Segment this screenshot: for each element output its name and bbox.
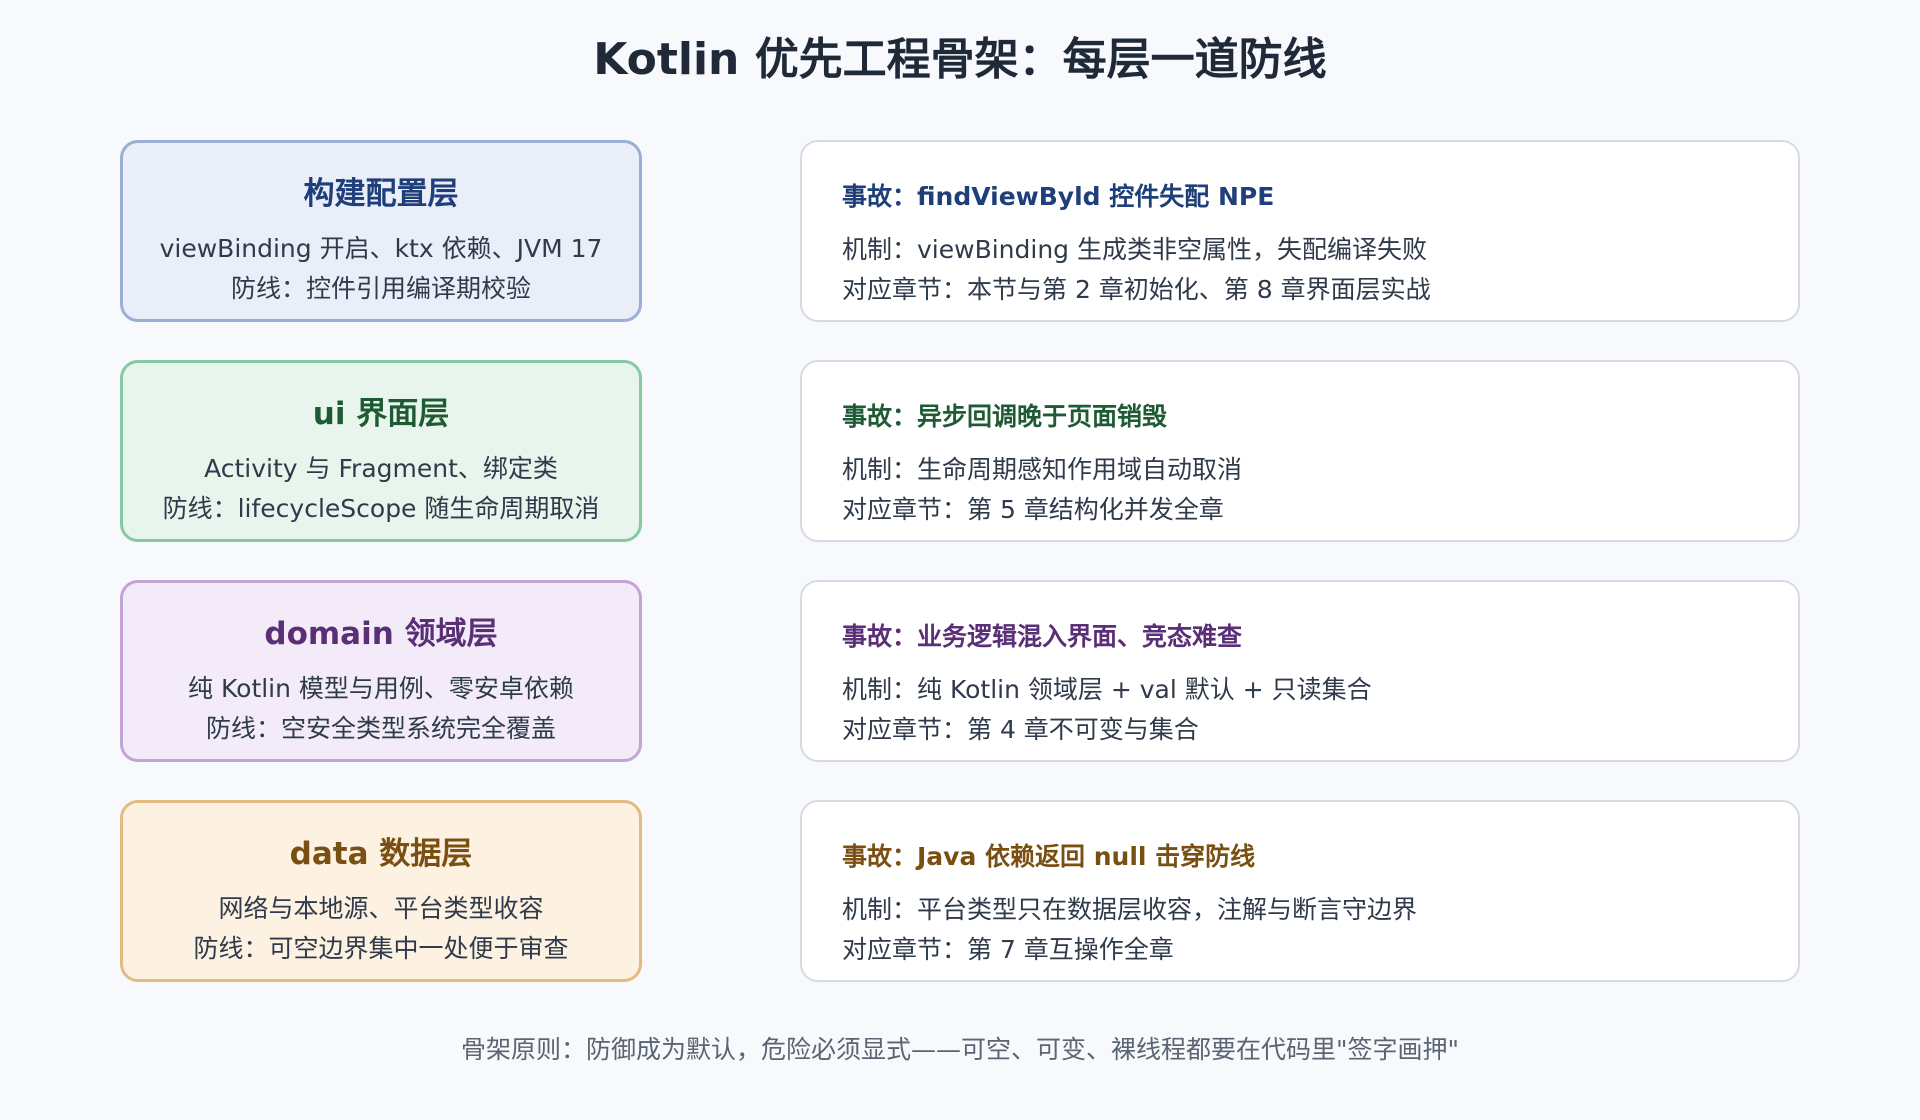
diagram-page: Kotlin 优先工程骨架：每层一道防线 构建配置层 viewBinding 开… xyxy=(0,0,1920,1120)
layer-name: ui 界面层 xyxy=(312,396,450,432)
layer-card: data 数据层 网络与本地源、平台类型收容 防线：可空边界集中一处便于审查 xyxy=(120,800,642,982)
layer-row-data: data 数据层 网络与本地源、平台类型收容 防线：可空边界集中一处便于审查 事… xyxy=(0,800,1920,982)
incident-title: 事故：findViewByld 控件失配 NPE xyxy=(842,182,1275,211)
layer-row-ui: ui 界面层 Activity 与 Fragment、绑定类 防线：lifecy… xyxy=(0,360,1920,542)
layer-name: 构建配置层 xyxy=(303,176,459,212)
layer-description: 网络与本地源、平台类型收容 xyxy=(218,894,544,923)
incident-chapter: 对应章节：第 4 章不可变与集合 xyxy=(842,715,1199,744)
layer-name: data 数据层 xyxy=(289,836,473,872)
layer-description: viewBinding 开启、ktx 依赖、JVM 17 xyxy=(159,234,603,263)
layer-description: Activity 与 Fragment、绑定类 xyxy=(204,454,558,483)
layer-defense: 防线：空安全类型系统完全覆盖 xyxy=(205,714,556,743)
incident-title: 事故：业务逻辑混入界面、竞态难查 xyxy=(842,622,1243,651)
layer-card: domain 领域层 纯 Kotlin 模型与用例、零安卓依赖 防线：空安全类型… xyxy=(120,580,642,762)
incident-title: 事故：异步回调晚于页面销毁 xyxy=(842,402,1168,431)
incident-chapter: 对应章节：第 7 章互操作全章 xyxy=(842,935,1174,964)
incident-chapter: 对应章节：第 5 章结构化并发全章 xyxy=(842,495,1224,524)
incident-mechanism: 机制：平台类型只在数据层收容，注解与断言守边界 xyxy=(842,895,1418,924)
layer-name: domain 领域层 xyxy=(264,616,498,652)
incident-card: 事故：业务逻辑混入界面、竞态难查 机制：纯 Kotlin 领域层 + val 默… xyxy=(800,580,1800,762)
layer-card: ui 界面层 Activity 与 Fragment、绑定类 防线：lifecy… xyxy=(120,360,642,542)
layer-row-build: 构建配置层 viewBinding 开启、ktx 依赖、JVM 17 防线：控件… xyxy=(0,140,1920,322)
layer-row-domain: domain 领域层 纯 Kotlin 模型与用例、零安卓依赖 防线：空安全类型… xyxy=(0,580,1920,762)
page-title: Kotlin 优先工程骨架：每层一道防线 xyxy=(593,34,1327,85)
incident-mechanism: 机制：生命周期感知作用域自动取消 xyxy=(842,455,1243,484)
incident-card: 事故：Java 依赖返回 null 击穿防线 机制：平台类型只在数据层收容，注解… xyxy=(800,800,1800,982)
footer-principle: 骨架原则：防御成为默认，危险必须显式——可空、可变、裸线程都要在代码里"签字画押… xyxy=(460,1035,1459,1064)
layer-defense: 防线：控件引用编译期校验 xyxy=(230,274,531,303)
incident-chapter: 对应章节：本节与第 2 章初始化、第 8 章界面层实战 xyxy=(842,275,1431,304)
layer-card: 构建配置层 viewBinding 开启、ktx 依赖、JVM 17 防线：控件… xyxy=(120,140,642,322)
incident-mechanism: 机制：viewBinding 生成类非空属性，失配编译失败 xyxy=(842,235,1427,264)
incident-card: 事故：findViewByld 控件失配 NPE 机制：viewBinding … xyxy=(800,140,1800,322)
layer-defense: 防线：lifecycleScope 随生命周期取消 xyxy=(162,494,600,523)
layer-description: 纯 Kotlin 模型与用例、零安卓依赖 xyxy=(188,674,574,703)
layer-defense: 防线：可空边界集中一处便于审查 xyxy=(193,934,569,963)
incident-card: 事故：异步回调晚于页面销毁 机制：生命周期感知作用域自动取消 对应章节：第 5 … xyxy=(800,360,1800,542)
incident-mechanism: 机制：纯 Kotlin 领域层 + val 默认 + 只读集合 xyxy=(842,675,1372,704)
incident-title: 事故：Java 依赖返回 null 击穿防线 xyxy=(842,842,1256,871)
